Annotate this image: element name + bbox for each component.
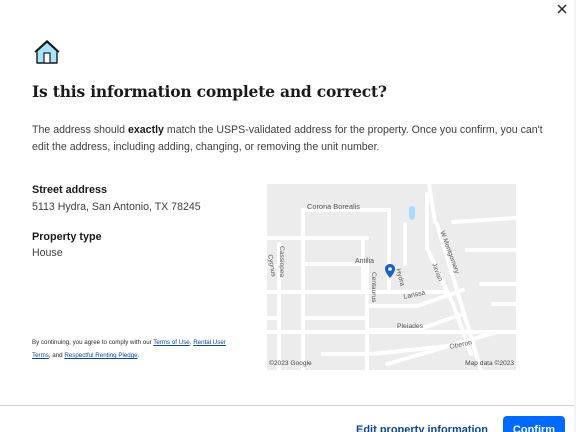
- map-pin-icon: [385, 264, 395, 278]
- footer-divider: [0, 405, 576, 406]
- street-label: Centaurus: [370, 272, 377, 303]
- legal-suffix: .: [137, 352, 140, 359]
- terms-of-use-link[interactable]: Terms of Use: [153, 339, 189, 346]
- street-label: Cassiopea: [278, 246, 285, 278]
- close-icon: [557, 4, 567, 14]
- modal-description: The address should exactly match the USP…: [32, 122, 552, 155]
- house-icon: [33, 38, 61, 66]
- confirm-button[interactable]: Confirm: [503, 416, 565, 432]
- street-label: Antilia: [355, 258, 375, 265]
- description-emphasis: exactly: [128, 124, 164, 136]
- street-address-value: 5113 Hydra, San Antonio, TX 78245: [32, 201, 201, 213]
- modal-title: Is this information complete and correct…: [32, 82, 387, 101]
- street-address-label: Street address: [32, 184, 108, 196]
- legal-sep-2: , and: [48, 352, 65, 359]
- street-label: Corona Borealis: [307, 202, 360, 211]
- description-text-start: The address should: [32, 124, 128, 136]
- legal-prefix: By continuing, you agree to comply with …: [32, 339, 154, 346]
- respectful-renting-pledge-link[interactable]: Respectful Renting Pledge: [64, 352, 137, 359]
- close-button[interactable]: [556, 2, 572, 18]
- property-map[interactable]: Corona Borealis Cassiopea Cygnus Antilia…: [267, 184, 516, 370]
- street-label: Pleiades: [397, 323, 424, 330]
- modal-top-edge: [0, 0, 576, 4]
- map-copyright: ©2023 Google: [269, 360, 312, 367]
- map-data-attribution: Map data ©2023: [465, 360, 514, 367]
- property-type-label: Property type: [32, 231, 102, 243]
- edit-property-button[interactable]: Edit property information: [356, 424, 488, 432]
- property-type-value: House: [32, 247, 63, 259]
- legal-notice: By continuing, you agree to comply with …: [32, 336, 242, 362]
